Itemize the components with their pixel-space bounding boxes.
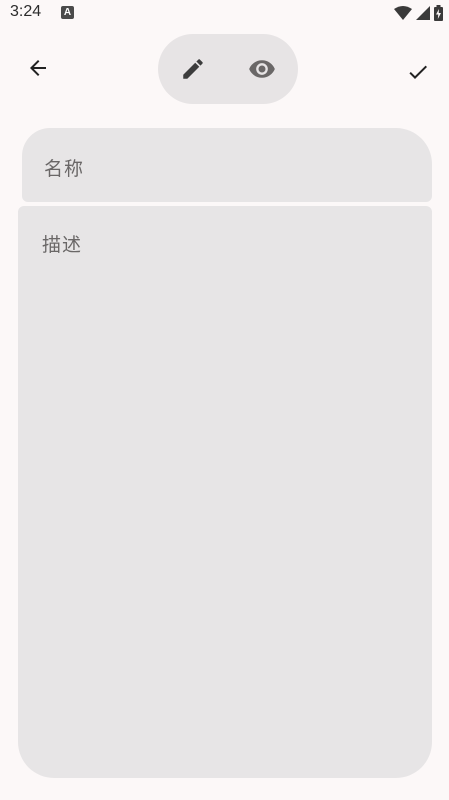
name-input[interactable]: 名称 xyxy=(22,128,432,202)
back-button[interactable] xyxy=(22,52,54,84)
status-icons xyxy=(394,5,443,21)
arrow-left-icon xyxy=(26,56,50,80)
battery-charging-icon xyxy=(434,5,443,21)
status-time: 3:24 xyxy=(10,3,42,20)
note-editor-screen: 3:24 A 名称 描述 xyxy=(0,0,449,800)
name-placeholder: 名称 xyxy=(44,158,85,180)
save-button[interactable] xyxy=(402,56,434,88)
wifi-icon xyxy=(394,6,412,20)
description-input[interactable]: 描述 xyxy=(18,206,432,778)
description-placeholder: 描述 xyxy=(42,234,83,256)
signal-icon xyxy=(416,6,430,20)
edit-preview-toggle xyxy=(158,34,298,104)
edit-mode-button[interactable] xyxy=(178,54,208,84)
status-bar: 3:24 A xyxy=(0,0,449,28)
preview-mode-button[interactable] xyxy=(246,54,278,84)
app-notification-icon: A xyxy=(61,6,74,19)
eye-icon xyxy=(248,55,276,83)
check-icon xyxy=(406,60,430,84)
pencil-icon xyxy=(180,56,206,82)
